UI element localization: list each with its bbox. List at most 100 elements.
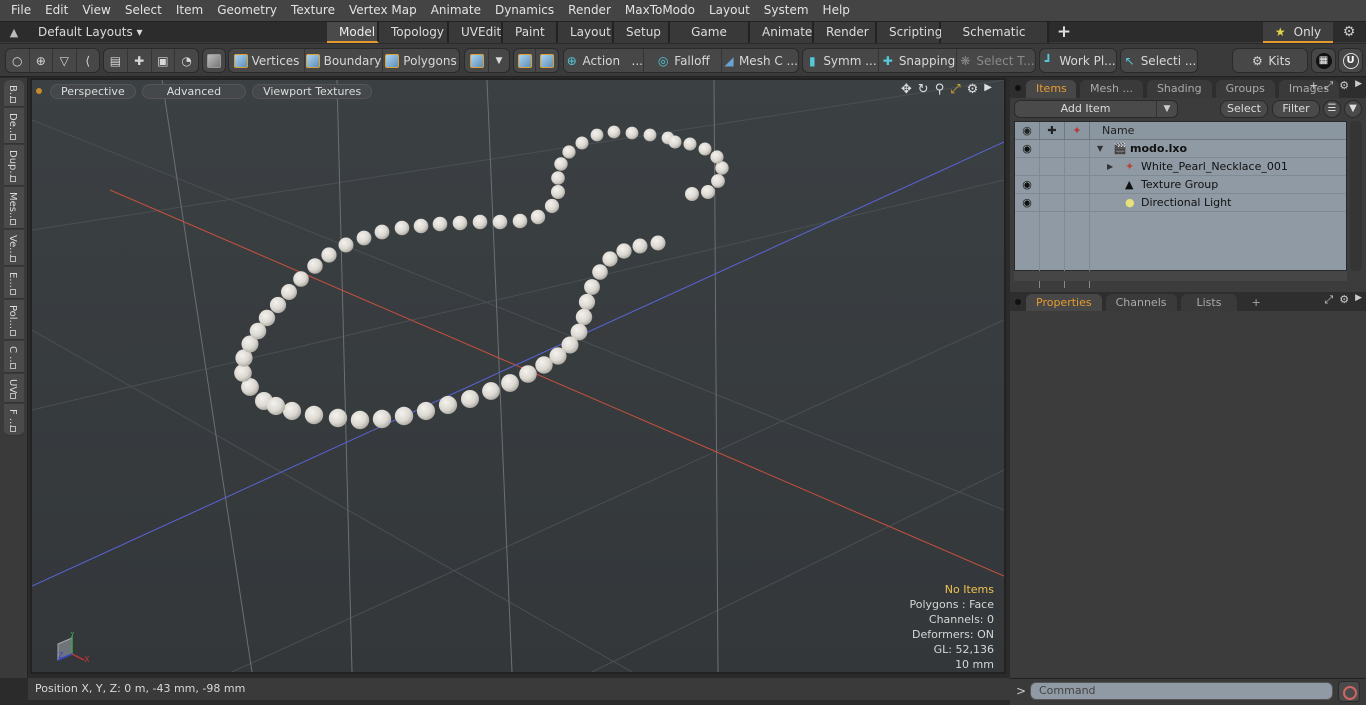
gear-icon[interactable]: ⚙ bbox=[1340, 23, 1358, 41]
left-tab-mesh-edit[interactable]: Mes... bbox=[4, 187, 24, 229]
tab-setup[interactable]: Setup bbox=[614, 22, 670, 43]
item-mode-button[interactable] bbox=[203, 49, 225, 72]
symmetry-button[interactable]: ▮ Symm ... bbox=[803, 49, 879, 72]
pen-tool-button[interactable]: ▽ bbox=[53, 49, 77, 72]
viewport-textures-button[interactable]: Viewport Textures bbox=[252, 83, 373, 99]
left-tab-vertex[interactable]: Ve... bbox=[4, 230, 24, 266]
left-tab-fusion[interactable]: F ... bbox=[4, 404, 24, 436]
eye-icon[interactable]: ◉ bbox=[1015, 176, 1040, 193]
add-tab-button[interactable]: + bbox=[1241, 294, 1270, 312]
left-tab-edge[interactable]: E... bbox=[4, 267, 24, 299]
left-tab-polygon[interactable]: Pol... bbox=[4, 300, 24, 340]
add-tab-icon[interactable]: + bbox=[1309, 79, 1318, 93]
boundary-button[interactable]: Boundary bbox=[305, 49, 383, 72]
menu-item[interactable]: Item bbox=[169, 0, 210, 21]
tab-paint[interactable]: Paint bbox=[503, 22, 558, 43]
type-column-icon[interactable]: ✦ bbox=[1065, 122, 1090, 139]
tab-channels[interactable]: Channels bbox=[1105, 294, 1177, 312]
tab-game-tools[interactable]: Game Tools bbox=[670, 22, 750, 59]
panel-menu-dot[interactable] bbox=[1015, 85, 1021, 91]
frame-tool-button[interactable]: ▣ bbox=[152, 49, 176, 72]
maximize-panel-icon[interactable]: ⤢ bbox=[1324, 79, 1333, 93]
rotate-icon[interactable]: ↻ bbox=[918, 82, 929, 97]
unreal-button[interactable]: U bbox=[1339, 49, 1362, 72]
collapse-triangle-icon[interactable]: ▼ bbox=[1097, 140, 1103, 158]
unity-button[interactable]: ▦ bbox=[1312, 49, 1335, 72]
viewport-canvas[interactable] bbox=[32, 80, 1004, 672]
add-tab-button[interactable]: + bbox=[1055, 22, 1073, 43]
filter-funnel-icon[interactable]: ▼ bbox=[1344, 100, 1362, 118]
perspective-button[interactable]: Perspective bbox=[50, 83, 136, 99]
layout-dropdown[interactable]: Default Layouts ▾ bbox=[38, 22, 143, 44]
transform-button[interactable] bbox=[514, 49, 536, 72]
list-item[interactable]: ◉ ● Directional Light bbox=[1015, 194, 1346, 212]
menu-help[interactable]: Help bbox=[816, 0, 857, 21]
menu-select[interactable]: Select bbox=[118, 0, 169, 21]
material-mode-button[interactable] bbox=[465, 49, 489, 72]
menu-animate[interactable]: Animate bbox=[424, 0, 488, 21]
left-tab-basic[interactable]: B... bbox=[4, 80, 24, 107]
list-item[interactable]: ◉ ▲ Texture Group bbox=[1015, 176, 1346, 194]
command-input[interactable]: Command bbox=[1030, 682, 1333, 700]
tab-shading[interactable]: Shading bbox=[1146, 80, 1212, 98]
left-tab-uv[interactable]: UV bbox=[4, 374, 24, 403]
mesh-constraints-button[interactable]: ◢ Mesh C ... bbox=[722, 49, 798, 72]
panel-expand-icon[interactable]: ▶ bbox=[1355, 293, 1362, 307]
zoom-icon[interactable]: ⚲ bbox=[935, 82, 945, 97]
tab-model[interactable]: Model bbox=[327, 22, 379, 43]
3d-viewport[interactable]: Perspective Advanced Viewport Textures ✥… bbox=[30, 78, 1006, 674]
falloff-button[interactable]: ◎ Falloff bbox=[644, 49, 722, 72]
move-icon[interactable]: ✥ bbox=[901, 82, 912, 97]
tab-items[interactable]: Items bbox=[1026, 80, 1076, 98]
menu-geometry[interactable]: Geometry bbox=[210, 0, 284, 21]
record-macro-icon[interactable] bbox=[1338, 681, 1360, 702]
unwrap-tool-button[interactable]: ✚ bbox=[128, 49, 152, 72]
globe-tool-button[interactable]: ⊕ bbox=[30, 49, 53, 72]
maximize-panel-icon[interactable]: ⤢ bbox=[1324, 293, 1333, 307]
expand-triangle-icon[interactable]: ▶ bbox=[1107, 158, 1113, 176]
viewport-gear-icon[interactable]: ⚙ bbox=[967, 82, 979, 97]
collapse-up-icon[interactable]: ▲ bbox=[6, 25, 22, 41]
menu-render[interactable]: Render bbox=[561, 0, 618, 21]
snapping-button[interactable]: ✚ Snapping bbox=[879, 49, 957, 72]
tab-topology[interactable]: Topology bbox=[379, 22, 449, 43]
filter-button[interactable]: Filter bbox=[1272, 100, 1320, 118]
material-dropdown[interactable]: ▼ bbox=[489, 49, 509, 72]
left-tab-duplicate[interactable]: Dup... bbox=[4, 145, 24, 186]
menu-view[interactable]: View bbox=[75, 0, 117, 21]
lock-column-icon[interactable]: ✚ bbox=[1040, 122, 1065, 139]
sphere-tool-button[interactable]: ○ bbox=[6, 49, 30, 72]
curve-tool-button[interactable]: ⟨ bbox=[77, 49, 100, 72]
panel-menu-dot[interactable] bbox=[1015, 299, 1021, 305]
polygons-button[interactable]: Polygons bbox=[383, 49, 459, 72]
eye-icon[interactable]: ◉ bbox=[1015, 140, 1040, 157]
eye-icon[interactable]: ◉ bbox=[1015, 194, 1040, 211]
panel-gear-icon[interactable]: ⚙ bbox=[1339, 79, 1349, 93]
left-tab-curve[interactable]: C ... bbox=[4, 341, 24, 373]
chevron-down-icon[interactable]: ▼ bbox=[1157, 101, 1177, 117]
menu-dynamics[interactable]: Dynamics bbox=[488, 0, 561, 21]
panel-expand-icon[interactable]: ▶ bbox=[1355, 79, 1362, 93]
align-tool-button[interactable]: ▤ bbox=[104, 49, 128, 72]
dial-tool-button[interactable]: ◔ bbox=[175, 49, 198, 72]
tab-animate[interactable]: Animate bbox=[750, 22, 814, 43]
add-item-dropdown[interactable]: Add Item ▼ bbox=[1014, 100, 1178, 118]
tab-lists[interactable]: Lists bbox=[1180, 294, 1238, 312]
left-tab-deform[interactable]: De... bbox=[4, 108, 24, 144]
select-through-button[interactable]: ❋ Select T... bbox=[957, 49, 1035, 72]
list-item[interactable]: ◉ ▼ 🎬 modo.lxo bbox=[1015, 140, 1346, 158]
tab-scripting[interactable]: Scripting bbox=[877, 22, 942, 43]
item-list-scrollbar[interactable] bbox=[1350, 121, 1362, 271]
tab-render[interactable]: Render bbox=[814, 22, 877, 43]
menu-system[interactable]: System bbox=[757, 0, 816, 21]
item-list-resize-handle[interactable] bbox=[1014, 271, 1347, 281]
list-options-icon[interactable]: ☰ bbox=[1323, 100, 1341, 118]
expand-right-icon[interactable]: ▶ bbox=[984, 82, 992, 97]
menu-vertex-map[interactable]: Vertex Map bbox=[342, 0, 424, 21]
advanced-button[interactable]: Advanced bbox=[141, 83, 247, 99]
tab-schematic-fusion[interactable]: Schematic Fusion bbox=[941, 22, 1049, 59]
kits-button[interactable]: ⚙ Kits bbox=[1233, 49, 1307, 72]
pivot-button[interactable] bbox=[536, 49, 558, 72]
panel-gear-icon[interactable]: ⚙ bbox=[1339, 293, 1349, 307]
action-center-button[interactable]: ⊕ Action ... bbox=[564, 49, 644, 72]
